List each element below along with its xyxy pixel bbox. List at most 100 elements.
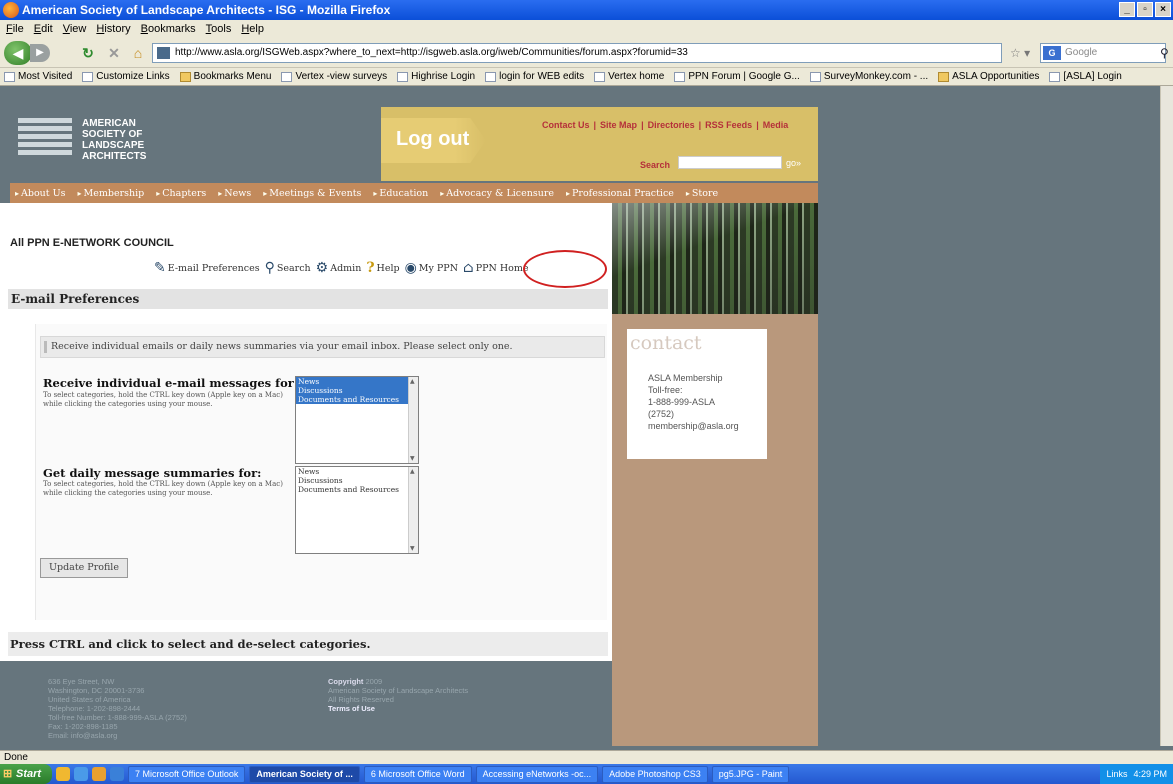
quicklaunch-icon[interactable] — [110, 767, 124, 781]
pencil-mail-icon: ✎ — [154, 260, 166, 276]
browser-search-placeholder: Google — [1065, 47, 1098, 58]
bookmark-item[interactable]: PPN Forum | Google G... — [674, 68, 800, 85]
clock: 4:29 PM — [1133, 769, 1167, 779]
daily-categories-listbox[interactable]: News Discussions Documents and Resources — [295, 466, 419, 554]
start-button[interactable]: Start — [0, 764, 52, 784]
bookmark-item[interactable]: Bookmarks Menu — [179, 68, 271, 85]
taskbar-item[interactable]: 7 Microsoft Office Outlook — [128, 765, 246, 783]
bookmark-page-icon — [82, 71, 94, 82]
list-option[interactable]: Documents and Resources — [296, 485, 418, 494]
menu-help[interactable]: Help — [241, 20, 264, 38]
bookmark-item[interactable]: Vertex -view surveys — [281, 68, 387, 85]
quicklaunch-icon[interactable] — [56, 767, 70, 781]
rss-feeds-link[interactable]: RSS Feeds — [705, 120, 752, 130]
logout-link[interactable]: Log out — [396, 128, 469, 151]
menu-edit[interactable]: Edit — [34, 20, 53, 38]
firefox-icon — [3, 2, 19, 18]
system-tray: Links 4:29 PM — [1100, 764, 1173, 784]
site-map-link[interactable]: Site Map — [600, 120, 637, 130]
individual-messages-help: To select categories, hold the CTRL key … — [43, 391, 283, 408]
taskbar-item[interactable]: American Society of ... — [249, 765, 360, 783]
search-icon[interactable]: ⚲ — [1160, 46, 1169, 60]
bookmark-item[interactable]: login for WEB edits — [485, 68, 584, 85]
list-option[interactable]: Documents and Resources — [296, 395, 418, 404]
bookmark-item[interactable]: Customize Links — [82, 68, 170, 85]
menu-bookmarks[interactable]: Bookmarks — [141, 20, 196, 38]
update-profile-button[interactable]: Update Profile — [40, 558, 128, 578]
site-favicon-icon — [157, 47, 170, 59]
stop-icon[interactable]: ✕ — [104, 41, 124, 65]
status-text: Done — [4, 752, 28, 763]
site-search-input[interactable] — [678, 156, 782, 169]
nav-store[interactable]: Store — [681, 188, 725, 199]
asla-logo[interactable] — [18, 118, 72, 166]
ctrl-instructions: Press CTRL and click to select and de-se… — [8, 632, 608, 656]
nav-meetings-events[interactable]: Meetings & Events — [258, 188, 368, 199]
list-option[interactable]: Discussions — [296, 386, 418, 395]
list-option[interactable]: News — [296, 377, 418, 386]
listbox-scrollbar[interactable] — [408, 467, 418, 553]
minimize-icon[interactable]: _ — [1119, 2, 1135, 17]
listbox-scrollbar[interactable] — [408, 377, 418, 463]
menu-file[interactable]: File — [6, 20, 24, 38]
nav-membership[interactable]: Membership — [73, 188, 152, 199]
ppn-home-button[interactable]: ⌂ PPN Home — [463, 260, 528, 276]
bookmark-page-icon — [594, 71, 606, 82]
media-link[interactable]: Media — [763, 120, 789, 130]
site-search-label: Search — [640, 160, 671, 170]
maximize-icon[interactable]: ▫ — [1137, 2, 1153, 17]
forward-icon[interactable]: ▶ — [30, 44, 50, 62]
home-icon[interactable]: ⌂ — [128, 41, 148, 65]
taskbar-item[interactable]: Adobe Photoshop CS3 — [602, 765, 708, 783]
go-button[interactable]: go» — [786, 158, 801, 168]
bookmark-page-icon — [4, 71, 15, 82]
bookmark-item[interactable]: Most Visited — [4, 68, 72, 85]
directories-link[interactable]: Directories — [648, 120, 695, 130]
nav-advocacy[interactable]: Advocacy & Licensure — [435, 188, 561, 199]
help-button[interactable]: ? Help — [366, 260, 399, 276]
bookmark-item[interactable]: ASLA Opportunities — [938, 68, 1039, 85]
nav-professional-practice[interactable]: Professional Practice — [561, 188, 681, 199]
contact-us-link[interactable]: Contact Us — [542, 120, 590, 130]
nav-chapters[interactable]: Chapters — [151, 188, 213, 199]
vertical-scrollbar[interactable] — [1160, 86, 1173, 746]
admin-button[interactable]: ⚙ Admin — [316, 260, 362, 276]
bookmark-item[interactable]: Vertex home — [594, 68, 664, 85]
bookmark-page-icon — [397, 71, 409, 82]
nav-education[interactable]: Education — [368, 188, 435, 199]
bookmark-item[interactable]: SurveyMonkey.com - ... — [809, 68, 928, 85]
menu-tools[interactable]: Tools — [206, 20, 232, 38]
browser-search-input[interactable]: G Google — [1040, 43, 1166, 63]
window-title-bar[interactable]: American Society of Landscape Architects… — [0, 0, 1173, 20]
bookmark-item[interactable]: [ASLA] Login — [1049, 68, 1122, 85]
bookmarks-toolbar: Most Visited Customize Links Bookmarks M… — [0, 68, 1173, 86]
menu-history[interactable]: History — [96, 20, 130, 38]
list-option[interactable]: News — [296, 467, 418, 476]
my-ppn-button[interactable]: ◉ My PPN — [405, 260, 458, 276]
building-photo — [612, 203, 818, 314]
search-button[interactable]: ⚲ Search — [265, 260, 311, 276]
links-toolbar[interactable]: Links — [1106, 764, 1127, 784]
taskbar-item[interactable]: Accessing eNetworks -oc... — [475, 765, 599, 783]
back-icon[interactable]: ◀ — [4, 41, 32, 65]
email-preferences-button[interactable]: ✎ E-mail Preferences — [154, 260, 260, 276]
bookmark-star-icon[interactable]: ☆ ▾ — [1010, 46, 1030, 60]
url-bar[interactable]: http://www.asla.org/ISGWeb.aspx?where_to… — [152, 43, 1002, 63]
quicklaunch-icon[interactable] — [74, 767, 88, 781]
nav-about-us[interactable]: About Us — [10, 188, 73, 199]
main-nav: About Us Membership Chapters News Meetin… — [10, 183, 818, 203]
menu-view[interactable]: View — [63, 20, 87, 38]
close-icon[interactable]: × — [1155, 2, 1171, 17]
taskbar-item[interactable]: pg5.JPG - Paint — [711, 765, 790, 783]
individual-categories-listbox[interactable]: News Discussions Documents and Resources — [295, 376, 419, 464]
taskbar-item[interactable]: 6 Microsoft Office Word — [363, 765, 472, 783]
quicklaunch-icon[interactable] — [92, 767, 106, 781]
reload-icon[interactable]: ↻ — [78, 41, 98, 65]
nav-news[interactable]: News — [213, 188, 258, 199]
daily-summaries-label: Get daily message summaries for: — [43, 466, 262, 480]
bookmark-item[interactable]: Highrise Login — [397, 68, 475, 85]
bookmark-page-icon — [281, 71, 293, 82]
bookmark-page-icon — [674, 71, 686, 82]
terms-of-use-link[interactable]: Terms of Use — [328, 704, 468, 713]
list-option[interactable]: Discussions — [296, 476, 418, 485]
